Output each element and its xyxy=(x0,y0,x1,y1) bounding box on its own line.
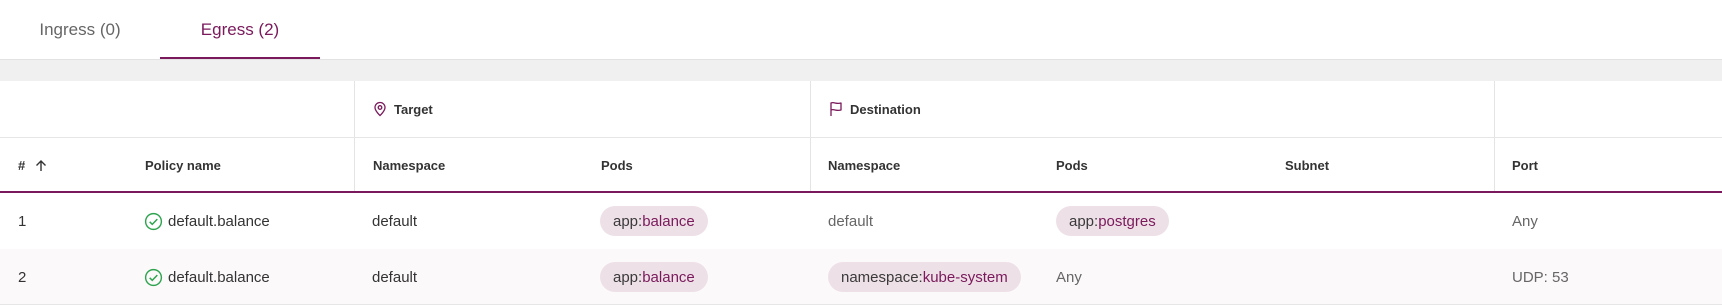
destination-pods-cell: Any xyxy=(1056,268,1082,286)
tab-bar: Ingress (0) Egress (2) xyxy=(0,0,1722,60)
column-header-target-namespace[interactable]: Namespace xyxy=(373,138,445,193)
destination-namespace-cell: default xyxy=(828,212,874,230)
divider-destination-top xyxy=(810,81,811,137)
column-header-policy-name[interactable]: Policy name xyxy=(145,138,221,193)
row-index: 2 xyxy=(18,268,27,286)
policy-name: default.balance xyxy=(168,212,270,230)
check-circle-icon xyxy=(144,268,163,286)
arrow-up-icon[interactable] xyxy=(34,159,48,173)
row-index: 1 xyxy=(18,212,27,230)
table-row[interactable]: 1 default.balance default app: balance de… xyxy=(0,193,1722,249)
label-key: app: xyxy=(613,268,643,286)
label-pill: app: balance xyxy=(600,262,708,292)
column-header-port[interactable]: Port xyxy=(1512,138,1538,193)
column-label-index: # xyxy=(18,158,26,173)
port-cell: Any xyxy=(1512,212,1538,230)
policy-name-cell[interactable]: default.balance xyxy=(144,193,270,249)
flag-icon xyxy=(830,101,842,116)
destination-pods-cell: app: postgres xyxy=(1056,193,1169,249)
tab-ingress[interactable]: Ingress (0) xyxy=(0,0,160,59)
policy-name-cell[interactable]: default.balance xyxy=(144,249,270,305)
label-value: balance xyxy=(642,212,695,230)
location-pin-icon xyxy=(374,101,386,117)
tab-egress[interactable]: Egress (2) xyxy=(160,0,320,59)
column-header-destination-namespace[interactable]: Namespace xyxy=(828,138,900,193)
label-value: balance xyxy=(642,268,695,286)
label-pill: app: postgres xyxy=(1056,206,1169,236)
section-gap xyxy=(0,60,1722,81)
target-pods-cell: app: balance xyxy=(600,193,708,249)
egress-policy-table: Target Destination # Policy name Namespa… xyxy=(0,81,1722,305)
column-header-target-pods[interactable]: Pods xyxy=(601,138,633,193)
label-value: postgres xyxy=(1098,212,1156,230)
port-cell: UDP: 53 xyxy=(1512,268,1569,286)
group-label-target: Target xyxy=(394,101,433,117)
column-header-destination-pods[interactable]: Pods xyxy=(1056,138,1088,193)
column-header-subnet[interactable]: Subnet xyxy=(1285,138,1329,193)
label-key: app: xyxy=(613,212,643,230)
target-namespace-cell: default xyxy=(372,268,418,286)
column-header-index[interactable]: # xyxy=(18,138,48,193)
target-pods-cell: app: balance xyxy=(600,249,708,305)
check-circle-icon xyxy=(144,212,163,230)
label-key: app: xyxy=(1069,212,1099,230)
label-value: kube-system xyxy=(922,268,1008,286)
label-pill: namespace: kube-system xyxy=(828,262,1021,292)
policy-name: default.balance xyxy=(168,268,270,286)
destination-namespace-cell: namespace: kube-system xyxy=(828,249,1021,305)
target-namespace-cell: default xyxy=(372,212,418,230)
label-pill: app: balance xyxy=(600,206,708,236)
table-row[interactable]: 2 default.balance default app: balance na… xyxy=(0,249,1722,305)
label-key: namespace: xyxy=(841,268,923,286)
group-label-destination: Destination xyxy=(850,101,921,117)
group-header-destination: Destination xyxy=(828,81,921,137)
group-header-target: Target xyxy=(372,81,433,137)
